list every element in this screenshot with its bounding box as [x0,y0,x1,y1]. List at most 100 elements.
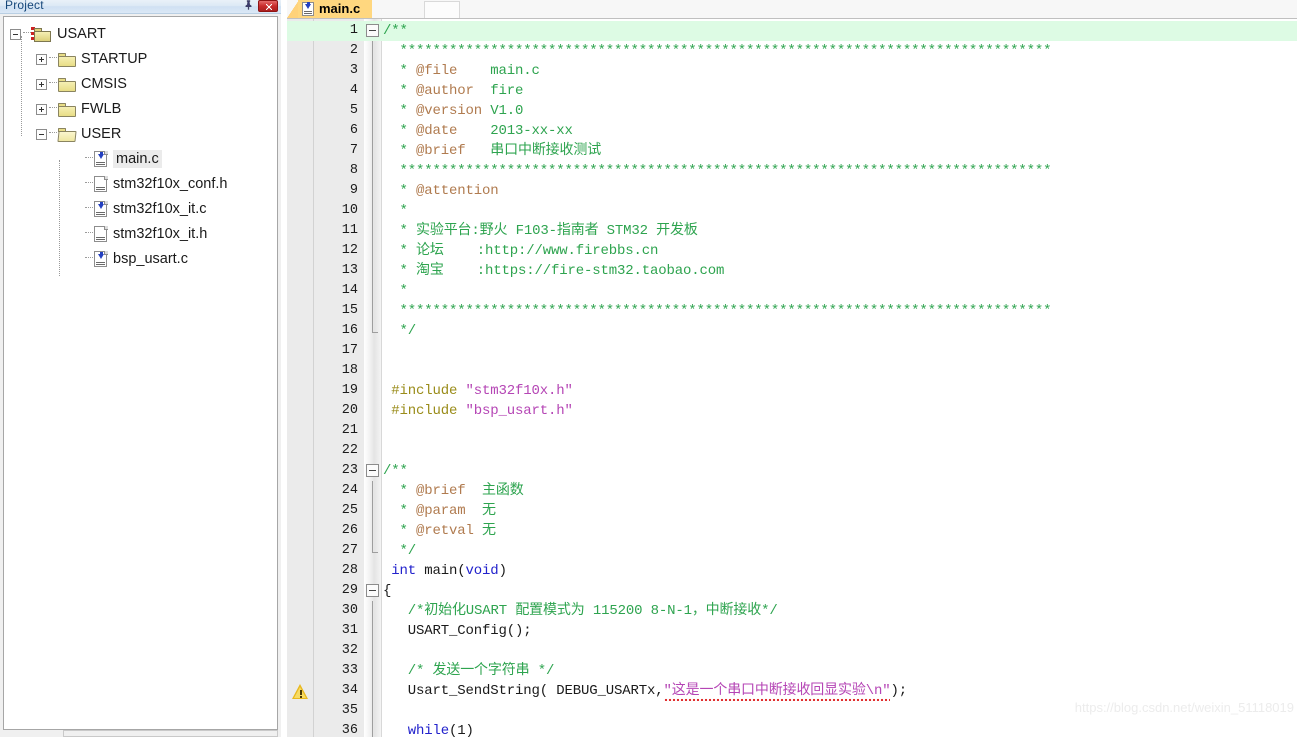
pushpin-icon[interactable] [242,0,255,12]
fold-collapse-icon[interactable] [366,584,379,597]
c-source-file-icon [94,201,108,218]
line-number: 33 [341,663,358,678]
tree-connector [85,257,93,259]
folder-icon [58,102,76,117]
code-line: 24 * @brief 主函数 [287,481,1297,501]
code-line: 21 [287,421,1297,441]
tree-item-stm32f10x-it-h[interactable]: stm32f10x_it.h [4,222,277,247]
line-number: 7 [349,143,358,158]
ide-window: Project USART STARTUP CMSIS FWLB USER main.c s… [0,0,1297,737]
line-number: 9 [349,183,358,198]
code-line: 28 int main(void) [287,561,1297,581]
line-number: 29 [341,583,358,598]
code-token: @attention [416,183,499,199]
expand-icon[interactable] [36,54,47,65]
tab-main-c[interactable]: main.c [298,0,373,18]
folder-icon [58,77,76,92]
code-token: * [383,283,408,299]
close-icon[interactable] [258,0,278,12]
line-number: 18 [341,363,358,378]
code-line: 20 #include "bsp_usart.h" [287,401,1297,421]
line-number: 15 [341,303,358,318]
line-number: 11 [341,223,358,238]
code-token: ****************************************… [383,43,1052,59]
code-line: 7 * @brief 串口中断接收测试 [287,141,1297,161]
tree-item-bsp-usart-c[interactable]: bsp_usart.c [4,247,277,272]
code-token: (1) [449,723,474,737]
code-line: 9 * @attention [287,181,1297,201]
tree-item-label: main.c [113,150,162,168]
expand-icon[interactable] [36,79,47,90]
header-file-icon [94,176,108,193]
code-line: 13 * 淘宝 :https://fire-stm32.taobao.com [287,261,1297,281]
tree-item-label: USART [57,26,106,42]
tree-item-usart[interactable]: USART [4,22,277,47]
line-number: 28 [341,563,358,578]
fold-line [372,121,373,141]
code-token: @version [416,103,483,119]
code-surface[interactable]: 1/** 2 **********************************… [287,19,1297,737]
tree-item-stm32f10x-conf-h[interactable]: stm32f10x_conf.h [4,172,277,197]
tree-item-label: STARTUP [81,51,148,67]
tree-item-stm32f10x-it-c[interactable]: stm32f10x_it.c [4,197,277,222]
code-token: * [383,523,417,539]
code-line: 19 #include "stm32f10x.h" [287,381,1297,401]
line-number: 35 [341,703,358,718]
fold-line [372,41,373,61]
tree-item-fwlb[interactable]: FWLB [4,97,277,122]
code-token: main( [416,563,466,579]
code-token: 串口中断接收测试 [465,143,602,159]
line-number: 3 [349,63,358,78]
tree-item-startup[interactable]: STARTUP [4,47,277,72]
code-text: USART_Config(); [383,621,532,641]
code-editor: main.c 1/** 2 ***************************… [287,0,1297,737]
code-line: 5 * @version V1.0 [287,101,1297,121]
code-token: ****************************************… [383,303,1052,319]
tree-connector [85,207,93,209]
line-number: 16 [341,323,358,338]
code-token: USART_Config(); [383,623,532,639]
fold-end-marker [372,552,378,553]
code-line: 36 while(1) [287,721,1297,737]
tree-item-cmsis[interactable]: CMSIS [4,72,277,97]
c-source-file-icon [94,151,108,168]
code-line: 27 */ [287,541,1297,561]
expand-icon[interactable] [36,104,47,115]
code-token: @date [416,123,458,139]
code-token: 2013-xx-xx [457,123,573,139]
code-token: * [383,123,417,139]
code-line: 22 [287,441,1297,461]
code-token: @retval [416,523,474,539]
code-line: 15 *************************************… [287,301,1297,321]
code-text: * 淘宝 :https://fire-stm32.taobao.com [383,261,725,281]
fold-collapse-icon[interactable] [366,464,379,477]
fold-line [372,221,373,241]
code-token: */ [383,543,417,559]
code-line: 6 * @date 2013-xx-xx [287,121,1297,141]
header-file-icon [94,226,108,243]
code-token: 无 [465,503,496,519]
collapse-icon[interactable] [36,129,47,140]
code-text: */ [383,321,417,341]
fold-line [372,641,373,661]
project-panel-hscrollbar[interactable] [63,730,278,737]
code-token: void [465,563,499,579]
code-token: * [383,143,417,159]
code-line: 25 * @param 无 [287,501,1297,521]
code-text: * @retval 无 [383,521,497,541]
collapse-icon[interactable] [10,29,21,40]
code-text: * 实验平台:野火 F103-指南者 STM32 开发板 [383,221,698,241]
fold-line [372,101,373,121]
code-text: * [383,201,408,221]
tree-item-user[interactable]: USER [4,122,277,147]
warning-icon[interactable] [292,684,309,699]
code-token: /** [383,463,408,479]
line-number: 6 [349,123,358,138]
tree-item-main-c[interactable]: main.c [4,147,277,172]
code-token: fire [473,83,524,99]
code-text: Usart_SendString( DEBUG_USARTx,"这是一个串口中断… [383,681,907,703]
line-number: 36 [341,723,358,737]
fold-collapse-icon[interactable] [366,24,379,37]
project-tree: USART STARTUP CMSIS FWLB USER main.c stm32f10x… [3,16,278,730]
